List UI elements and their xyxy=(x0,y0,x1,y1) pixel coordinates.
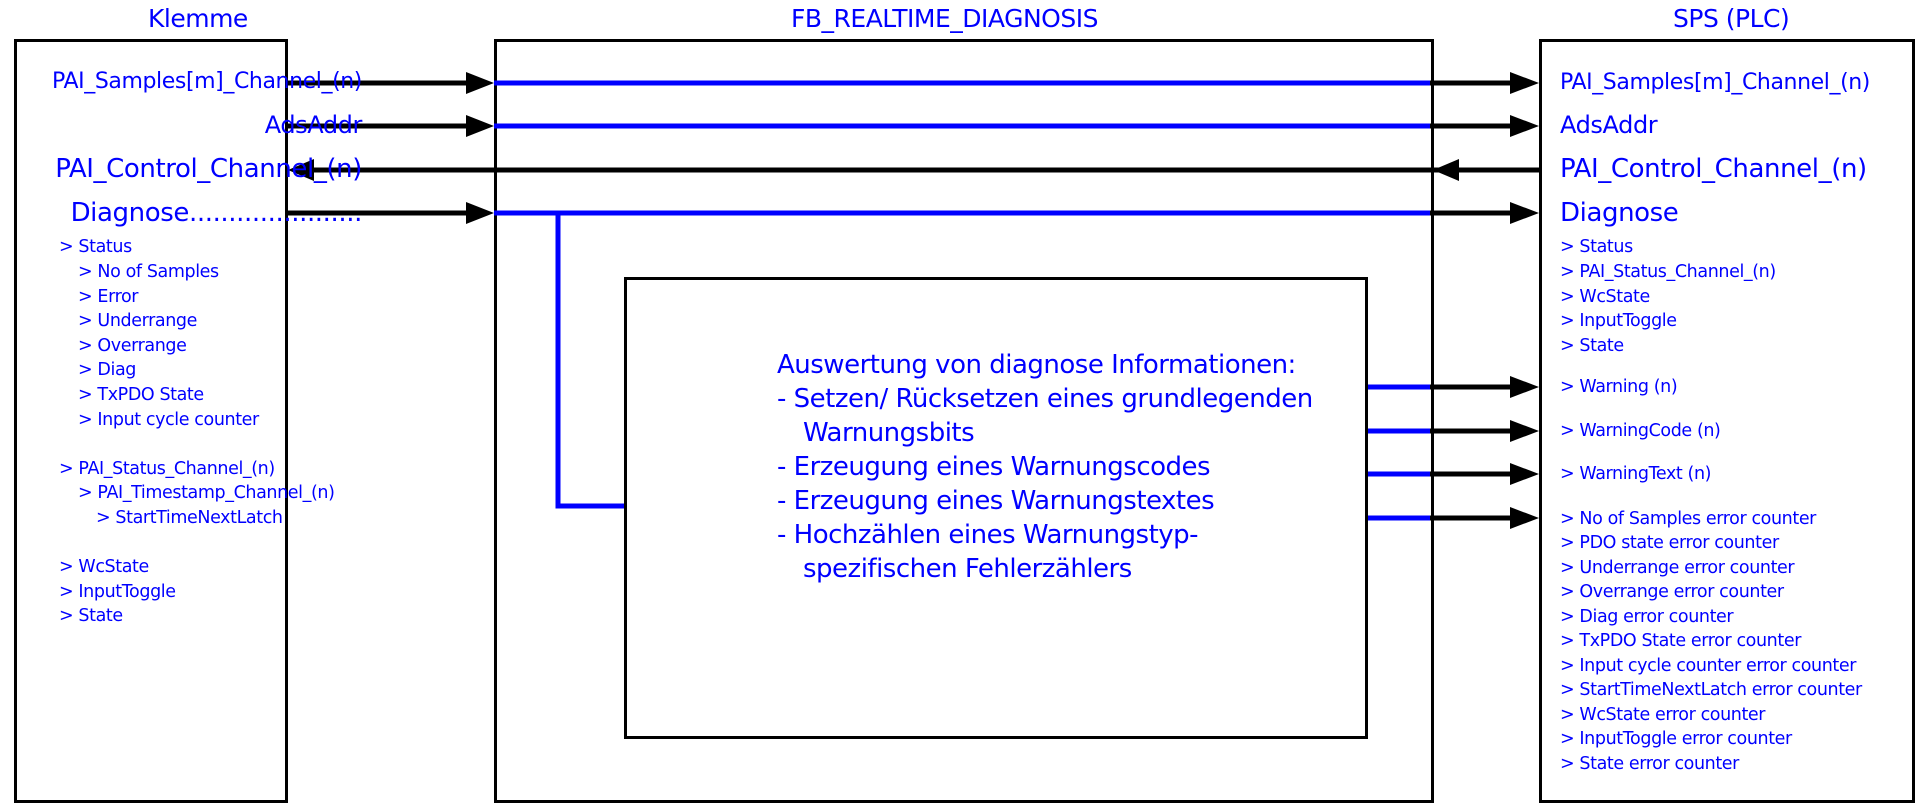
wire-pai-control xyxy=(288,159,1539,181)
sps-error-counter: > Diag error counter xyxy=(1560,607,1734,627)
sps-error-counter: > TxPDO State error counter xyxy=(1560,631,1801,651)
fb-description-line: - Erzeugung eines Warnungstextes xyxy=(777,486,1215,516)
sps-error-counter: > StartTimeNextLatch error counter xyxy=(1560,680,1862,700)
arrow-head-icon xyxy=(1510,72,1539,94)
arrow-head-icon xyxy=(1510,202,1539,224)
klemme-diag-item: > State xyxy=(59,606,123,626)
klemme-diag-item: > PAI_Timestamp_Channel_(n) xyxy=(78,483,335,503)
fb-description-line: Auswertung von diagnose Informationen: xyxy=(777,350,1296,380)
arrow-head-icon xyxy=(466,72,494,94)
wire-warning-text xyxy=(1368,463,1539,485)
fb-description-line: - Hochzählen eines Warnungstyp- xyxy=(777,520,1199,550)
sps-error-counter: > PDO state error counter xyxy=(1560,533,1779,553)
klemme-signal-adsaddr: AdsAddr xyxy=(264,111,363,139)
klemme-signal-pai-samples: PAI_Samples[m]_Channel_(n) xyxy=(52,69,362,94)
klemme-diag-item: > InputToggle xyxy=(59,582,176,602)
sps-signal-pai-control: PAI_Control_Channel_(n) xyxy=(1560,154,1867,184)
arrow-head-icon xyxy=(1433,159,1459,181)
arrow-head-icon xyxy=(466,115,494,137)
sps-diag-item: > PAI_Status_Channel_(n) xyxy=(1560,262,1776,282)
wire-pai-samples xyxy=(288,72,1539,94)
fb-description-line: Warnungsbits xyxy=(803,418,975,448)
arrow-head-icon xyxy=(1510,507,1539,529)
sps-error-counter: > Underrange error counter xyxy=(1560,558,1795,578)
sps-diag-item: > Status xyxy=(1560,237,1633,257)
fb-description: Auswertung von diagnose Informationen: -… xyxy=(777,348,1313,586)
klemme-diag-item: > Input cycle counter xyxy=(78,410,259,430)
sps-error-counter: > No of Samples error counter xyxy=(1560,509,1816,529)
klemme-diag-item: > Error xyxy=(78,287,139,307)
wire-adsaddr xyxy=(288,115,1539,137)
klemme-diag-item: > No of Samples xyxy=(78,262,219,282)
arrow-head-icon xyxy=(1510,376,1539,398)
sps-warning-output: > WarningCode (n) xyxy=(1560,421,1721,441)
wire-error-counters xyxy=(1368,507,1539,529)
arrow-head-icon xyxy=(1510,115,1539,137)
sps-diag-item: > InputToggle xyxy=(1560,311,1677,331)
sps-diag-item: > WcState xyxy=(1560,287,1650,307)
wire-warning xyxy=(1368,376,1539,398)
sps-error-counter: > WcState error counter xyxy=(1560,705,1766,725)
klemme-signal-diagnose: Diagnose...................... xyxy=(70,198,363,228)
klemme-diag-item: > WcState xyxy=(59,557,149,577)
sps-signal-adsaddr: AdsAddr xyxy=(1560,111,1658,139)
arrow-head-icon xyxy=(1510,463,1539,485)
fb-description-line: spezifischen Fehlerzählers xyxy=(803,554,1132,584)
sps-error-counter: > State error counter xyxy=(1560,754,1739,774)
klemme-diag-item: > StartTimeNextLatch xyxy=(96,508,283,528)
klemme-diag-item: > Diag xyxy=(78,360,136,380)
klemme-diag-item: > TxPDO State xyxy=(78,385,204,405)
fb-description-line: - Erzeugung eines Warnungscodes xyxy=(777,452,1211,482)
klemme-signal-pai-control: PAI_Control_Channel_(n) xyxy=(55,154,362,184)
klemme-diag-item: > Underrange xyxy=(78,311,197,331)
arrow-head-icon xyxy=(1510,420,1539,442)
sps-error-counter: > Overrange error counter xyxy=(1560,582,1784,602)
arrow-head-icon xyxy=(466,202,494,224)
klemme-diag-item: > Overrange xyxy=(78,336,187,356)
fb-description-line: - Setzen/ Rücksetzen eines grundlegenden xyxy=(777,384,1313,414)
klemme-diag-item: > Status xyxy=(59,237,132,257)
sps-signal-diagnose: Diagnose xyxy=(1560,198,1679,228)
sps-signal-pai-samples: PAI_Samples[m]_Channel_(n) xyxy=(1560,70,1870,95)
sps-diag-item: > State xyxy=(1560,336,1624,356)
sps-warning-output: > Warning (n) xyxy=(1560,377,1678,397)
sps-error-counter: > Input cycle counter error counter xyxy=(1560,656,1857,676)
sps-warning-output: > WarningText (n) xyxy=(1560,464,1712,484)
klemme-diag-item: > PAI_Status_Channel_(n) xyxy=(59,459,275,479)
wire-warning-code xyxy=(1368,420,1539,442)
sps-error-counter: > InputToggle error counter xyxy=(1560,729,1792,749)
